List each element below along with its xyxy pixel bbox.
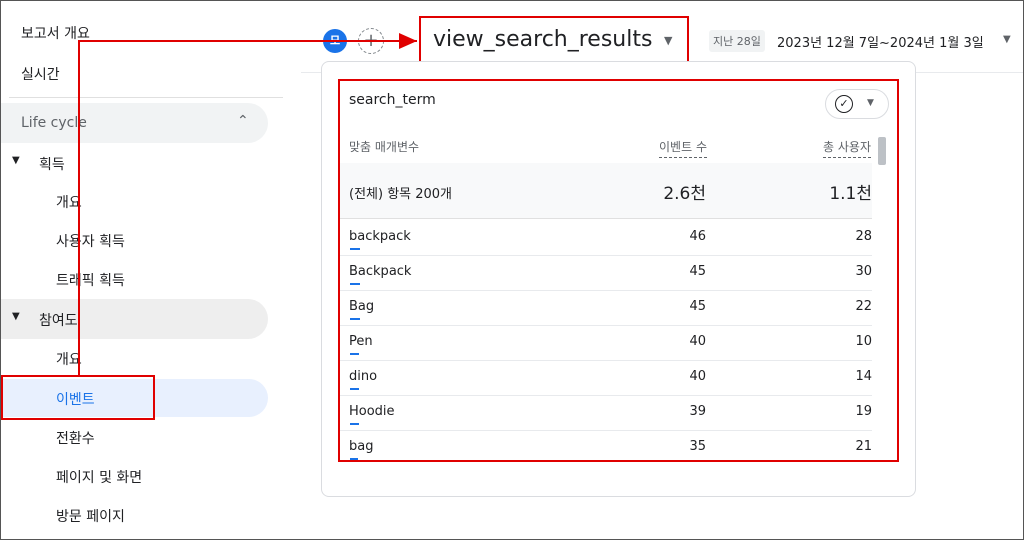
share-bar <box>350 248 360 250</box>
search-term-cell: backpack <box>349 229 411 244</box>
sidebar-item-conversions[interactable]: 전환수 <box>1 418 268 456</box>
date-range-text[interactable]: 2023년 12월 7일~2024년 1월 3일 <box>777 32 984 51</box>
check-circle-icon: ✓ <box>835 95 853 113</box>
event-count-cell: 45 <box>689 264 706 279</box>
table-row[interactable]: Pen 40 10 <box>340 326 872 361</box>
event-name-selector[interactable]: view_search_results ▼ <box>419 16 689 64</box>
table-row[interactable]: bag 35 21 <box>340 431 872 460</box>
lifecycle-section[interactable]: Life cycle ⌃ <box>1 103 268 143</box>
search-term-cell: Hoodie <box>349 404 395 419</box>
event-count-cell: 35 <box>689 439 706 454</box>
table-row[interactable]: dino 40 14 <box>340 361 872 396</box>
table-scrollbar[interactable] <box>878 137 886 165</box>
sidebar-divider <box>9 97 283 98</box>
sidebar: 보고서 개요 실시간 Life cycle ⌃ ▼ 획득 개요 사용자 획득 트… <box>1 1 301 539</box>
column-header-total-users[interactable]: 총 사용자 <box>823 138 871 158</box>
search-term-cell: dino <box>349 369 378 384</box>
column-header-event-count[interactable]: 이벤트 수 <box>659 138 707 158</box>
table-row[interactable]: Hoodie 39 19 <box>340 396 872 431</box>
sidebar-item-user-acquisition[interactable]: 사용자 획득 <box>1 221 268 259</box>
sidebar-item-landing-page[interactable]: 방문 페이지 <box>1 496 268 534</box>
search-term-cell: Pen <box>349 334 373 349</box>
event-name-title: view_search_results <box>433 27 653 52</box>
event-count-cell: 40 <box>689 334 706 349</box>
total-users-cell: 30 <box>855 264 872 279</box>
avatar[interactable]: 모 <box>323 29 347 53</box>
event-count-cell: 46 <box>689 229 706 244</box>
sidebar-item-pages-screens[interactable]: 페이지 및 화면 <box>1 457 268 495</box>
lifecycle-label: Life cycle <box>21 115 87 131</box>
column-header-dimension: 맞춤 매개변수 <box>349 140 420 154</box>
search-term-cell: Bag <box>349 299 375 314</box>
event-count-cell: 45 <box>689 299 706 314</box>
expand-less-icon: ⌃ <box>237 113 249 129</box>
add-circle-icon[interactable]: + <box>358 28 384 54</box>
caret-down-icon: ▼ <box>12 155 20 166</box>
search-term-table: search_term ✓ ▼ 맞춤 매개변수 이벤트 수 총 사용자 (전체)… <box>338 79 899 462</box>
group-engagement-label: 참여도 <box>39 313 78 329</box>
share-bar <box>350 283 360 285</box>
table-row[interactable]: backpack 46 28 <box>340 221 872 256</box>
totals-event-count: 2.6천 <box>663 184 706 204</box>
search-term-cell: bag <box>349 439 374 454</box>
total-users-cell: 21 <box>855 439 872 454</box>
date-dropdown-icon[interactable]: ▼ <box>1003 34 1011 45</box>
table-row[interactable]: Backpack 45 30 <box>340 256 872 291</box>
date-preset-badge[interactable]: 지난 28일 <box>709 30 765 52</box>
event-count-cell: 39 <box>689 404 706 419</box>
dropdown-icon: ▼ <box>664 34 673 47</box>
share-bar <box>350 388 359 390</box>
share-bar <box>350 353 359 355</box>
total-users-cell: 14 <box>855 369 872 384</box>
total-users-cell: 10 <box>855 334 872 349</box>
dropdown-icon: ▼ <box>867 98 874 108</box>
totals-users: 1.1천 <box>829 184 872 204</box>
caret-down-icon: ▼ <box>12 311 20 322</box>
total-users-cell: 19 <box>855 404 872 419</box>
totals-row: (전체) 항목 200개 2.6천 1.1천 <box>340 163 872 219</box>
events-highlight-box <box>1 375 155 420</box>
share-bar <box>350 458 358 460</box>
total-users-cell: 28 <box>855 229 872 244</box>
ga-report-screen: 보고서 개요 실시간 Life cycle ⌃ ▼ 획득 개요 사용자 획득 트… <box>0 0 1024 540</box>
group-acquisition[interactable]: ▼ 획득 <box>1 143 268 183</box>
group-engagement[interactable]: ▼ 참여도 <box>1 299 268 339</box>
total-users-cell: 22 <box>855 299 872 314</box>
share-bar <box>350 318 360 320</box>
nav-report-overview[interactable]: 보고서 개요 <box>21 23 90 43</box>
sidebar-item-traffic-acquisition[interactable]: 트래픽 획득 <box>1 260 268 298</box>
sidebar-item-eng-overview[interactable]: 개요 <box>1 339 268 377</box>
nav-realtime[interactable]: 실시간 <box>21 64 60 84</box>
group-acquisition-label: 획득 <box>39 157 65 173</box>
dimension-title[interactable]: search_term <box>349 92 436 108</box>
table-row[interactable]: Bag 45 22 <box>340 291 872 326</box>
share-bar <box>350 423 359 425</box>
compare-toggle-button[interactable]: ✓ ▼ <box>825 89 889 119</box>
totals-label: (전체) 항목 200개 <box>349 187 453 202</box>
sidebar-item-acq-overview[interactable]: 개요 <box>1 182 268 220</box>
event-count-cell: 40 <box>689 369 706 384</box>
search-term-cell: Backpack <box>349 264 412 279</box>
